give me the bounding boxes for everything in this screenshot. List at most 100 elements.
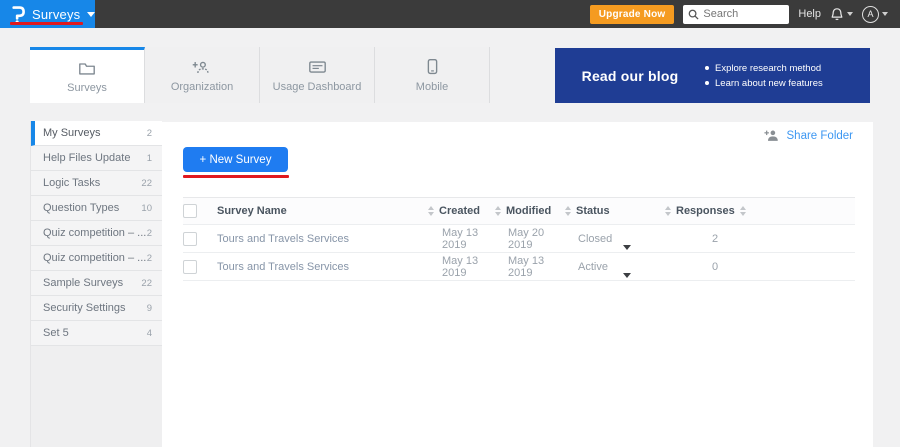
notifications-menu[interactable] [830, 7, 853, 22]
sidebar-item-security-settings[interactable]: Security Settings 9 [31, 296, 162, 321]
tab-mobile[interactable]: Mobile [375, 47, 490, 103]
annotation-underline-brand [10, 22, 83, 25]
share-folder-label: Share Folder [787, 130, 853, 142]
column-header-label: Responses [676, 205, 735, 217]
sidebar-item-question-types[interactable]: Question Types 10 [31, 196, 162, 221]
sort-icon[interactable] [565, 206, 571, 216]
column-header-status[interactable]: Status [565, 205, 665, 217]
sort-icon[interactable] [428, 206, 434, 216]
sidebar-item-count: 2 [147, 228, 152, 239]
column-header-label: Status [576, 205, 610, 217]
status-value: Closed [565, 233, 612, 245]
share-folder-icon [764, 129, 780, 142]
new-survey-button[interactable]: + New Survey [183, 147, 288, 172]
column-header-modified[interactable]: Modified [495, 205, 565, 217]
responses-count: 2 [665, 233, 755, 245]
sidebar-item-count: 22 [141, 278, 152, 289]
sidebar-item-label: Help Files Update [43, 152, 130, 164]
brand-caret-icon [87, 12, 95, 17]
tab-label: Surveys [67, 82, 107, 94]
sort-icon[interactable] [740, 206, 746, 216]
upgrade-now-button[interactable]: Upgrade Now [590, 5, 675, 24]
main-panel: Share Folder + New Survey Survey Name Cr… [162, 122, 873, 447]
status-dropdown[interactable]: Closed [565, 233, 665, 245]
column-header-created[interactable]: Created [428, 205, 495, 217]
tab-surveys[interactable]: Surveys [30, 47, 145, 103]
blog-banner-bullets: Explore research method Learn about new … [705, 59, 823, 93]
sidebar-item-logic-tasks[interactable]: Logic Tasks 22 [31, 171, 162, 196]
tab-label: Mobile [416, 81, 448, 93]
sidebar-item-label: Security Settings [43, 302, 126, 314]
notifications-caret-icon [847, 12, 853, 16]
bell-icon [830, 7, 844, 22]
help-link[interactable]: Help [798, 8, 821, 20]
sidebar-item-label: Sample Surveys [43, 277, 123, 289]
annotation-underline-new-survey [183, 175, 289, 178]
avatar: A [862, 6, 879, 23]
survey-name-link[interactable]: Tours and Travels Services [217, 233, 428, 245]
sidebar-item-label: Logic Tasks [43, 177, 100, 189]
row-checkbox[interactable] [183, 260, 197, 274]
folders-sidebar: My Surveys 2 Help Files Update 1 Logic T… [30, 121, 162, 447]
sidebar-item-label: Quiz competition – ... [43, 227, 146, 239]
sidebar-item-label: My Surveys [43, 127, 100, 139]
row-checkbox[interactable] [183, 232, 197, 246]
search-icon [688, 9, 699, 20]
column-header-survey-name[interactable]: Survey Name [217, 205, 428, 217]
table-header-row: Survey Name Created Modified Status Resp… [183, 197, 855, 225]
modified-date: May 20 2019 [495, 227, 565, 251]
tab-label: Usage Dashboard [273, 81, 362, 93]
sidebar-item-my-surveys[interactable]: My Surveys 2 [31, 121, 162, 146]
sidebar-item-label: Question Types [43, 202, 119, 214]
sidebar-item-help-files-update[interactable]: Help Files Update 1 [31, 146, 162, 171]
select-all-checkbox[interactable] [183, 204, 197, 218]
surveys-table: Survey Name Created Modified Status Resp… [183, 197, 855, 281]
status-caret-icon[interactable] [623, 245, 631, 250]
sort-icon[interactable] [665, 206, 671, 216]
tab-organization[interactable]: Organization [145, 47, 260, 103]
brand-label: Surveys [32, 7, 80, 22]
folder-icon [78, 59, 96, 76]
organization-icon [192, 58, 212, 75]
sort-icon[interactable] [495, 206, 501, 216]
modified-date: May 13 2019 [495, 255, 565, 279]
blog-bullet: Learn about new features [705, 78, 823, 89]
blog-banner-title: Read our blog [555, 68, 705, 84]
tab-label: Organization [171, 81, 233, 93]
sidebar-item-quiz-competition-2[interactable]: Quiz competition – ... 2 [31, 246, 162, 271]
created-date: May 13 2019 [428, 255, 495, 279]
sidebar-item-count: 2 [147, 253, 152, 264]
sidebar-item-count: 4 [147, 328, 152, 339]
top-bar: Surveys Upgrade Now Help A [0, 0, 900, 28]
table-row: Tours and Travels Services May 13 2019 M… [183, 225, 855, 253]
sidebar-item-count: 2 [147, 128, 152, 139]
created-date: May 13 2019 [428, 227, 495, 251]
table-row: Tours and Travels Services May 13 2019 M… [183, 253, 855, 281]
account-caret-icon [882, 12, 888, 16]
dashboard-icon [308, 58, 327, 75]
sidebar-item-label: Set 5 [43, 327, 69, 339]
status-caret-icon[interactable] [623, 273, 631, 278]
share-folder-link[interactable]: Share Folder [764, 129, 853, 142]
status-dropdown[interactable]: Active [565, 261, 665, 273]
proprofs-logo-icon [11, 5, 25, 24]
sidebar-item-label: Quiz competition – ... [43, 252, 146, 264]
survey-name-link[interactable]: Tours and Travels Services [217, 261, 428, 273]
responses-count: 0 [665, 261, 755, 273]
tab-usage-dashboard[interactable]: Usage Dashboard [260, 47, 375, 103]
search-input[interactable] [703, 8, 783, 20]
primary-tabs: Surveys Organization Usage Dashboard Mob… [30, 47, 490, 103]
account-menu[interactable]: A [862, 6, 888, 23]
sidebar-item-count: 9 [147, 303, 152, 314]
sidebar-item-set-5[interactable]: Set 5 4 [31, 321, 162, 346]
sidebar-item-count: 22 [141, 178, 152, 189]
status-value: Active [565, 261, 608, 273]
sidebar-item-count: 1 [147, 153, 152, 164]
sidebar-item-sample-surveys[interactable]: Sample Surveys 22 [31, 271, 162, 296]
search-box[interactable] [683, 5, 789, 24]
sidebar-item-count: 10 [141, 203, 152, 214]
column-header-responses[interactable]: Responses [665, 205, 755, 217]
blog-bullet: Explore research method [705, 63, 823, 74]
sidebar-item-quiz-competition-1[interactable]: Quiz competition – ... 2 [31, 221, 162, 246]
blog-banner[interactable]: Read our blog Explore research method Le… [555, 48, 870, 103]
